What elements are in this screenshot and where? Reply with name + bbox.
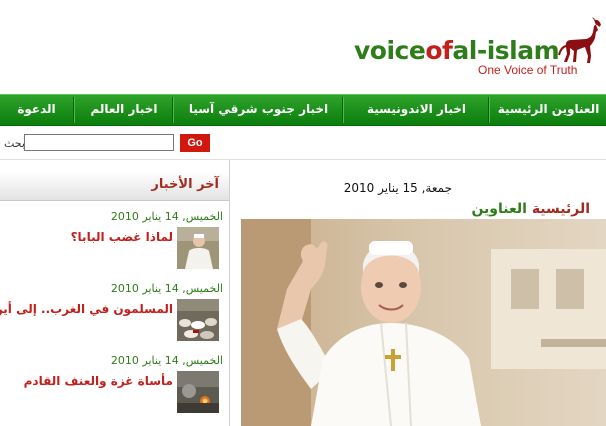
horse-icon [558,17,601,63]
news-date: الخميس, 14 يناير 2010 [110,210,223,223]
news-date: الخميس, 14 يناير 2010 [110,282,223,295]
crowd-prayer-thumbnail[interactable] [177,299,219,341]
news-item: الخميس, 14 يناير 2010 المسلمون في الغرب.… [0,282,229,344]
search-input[interactable] [24,134,174,151]
news-title-link[interactable]: مأساة غزة والعنف القادم [24,374,173,388]
sidebar-title: آخر الأخبار [151,177,219,192]
search-bar: بحث Go [0,134,240,154]
nav-item-world-news[interactable]: اخبار العالم [76,95,172,125]
logo-text: voiceofal-islam [354,36,560,65]
pope-waving-photo[interactable] [241,219,606,426]
site-header: voiceofal-islam One Voice of Truth [0,0,606,94]
news-date: الخميس, 14 يناير 2010 [110,354,223,367]
news-item: الخميس, 14 يناير 2010 لماذا غضب البابا؟ [0,210,229,272]
search-label: بحث [4,137,25,150]
latest-news-sidebar: آخر الأخبار الخميس, 14 يناير 2010 لماذا … [0,160,229,426]
pope-thumbnail[interactable] [177,227,219,269]
news-item: الخميس, 14 يناير 2010 مأساة غزة والعنف ا… [0,354,229,416]
nav-item-indonesia-news[interactable]: اخبار الاندونيسية [345,95,488,125]
site-logo[interactable]: voiceofal-islam One Voice of Truth [354,16,606,80]
nav-separator [488,97,490,123]
gaza-thumbnail[interactable] [177,371,219,413]
news-title-link[interactable]: لماذا غضب البابا؟ [71,230,173,244]
nav-separator [172,97,174,123]
nav-separator [73,97,75,123]
nav-item-southeast-asia-news[interactable]: اخبار جنوب شرقي آسيا [175,95,342,125]
current-date: جمعة, 15 يناير 2010 [343,181,452,195]
sidebar-header: آخر الأخبار [0,172,229,201]
nav-separator [342,97,344,123]
search-go-button[interactable]: Go [180,134,210,152]
news-title-link[interactable]: المسلمون في الغرب.. إلى أين؟ [0,302,173,316]
main-navbar: العناوين الرئيسية اخبار الاندونيسية اخبا… [0,94,606,126]
column-divider [229,160,230,426]
main-section-heading: الرئيسية العناوين [471,201,590,217]
nav-item-dawah[interactable]: الدعوة [0,95,73,125]
nav-item-headlines[interactable]: العناوين الرئيسية [491,95,606,125]
